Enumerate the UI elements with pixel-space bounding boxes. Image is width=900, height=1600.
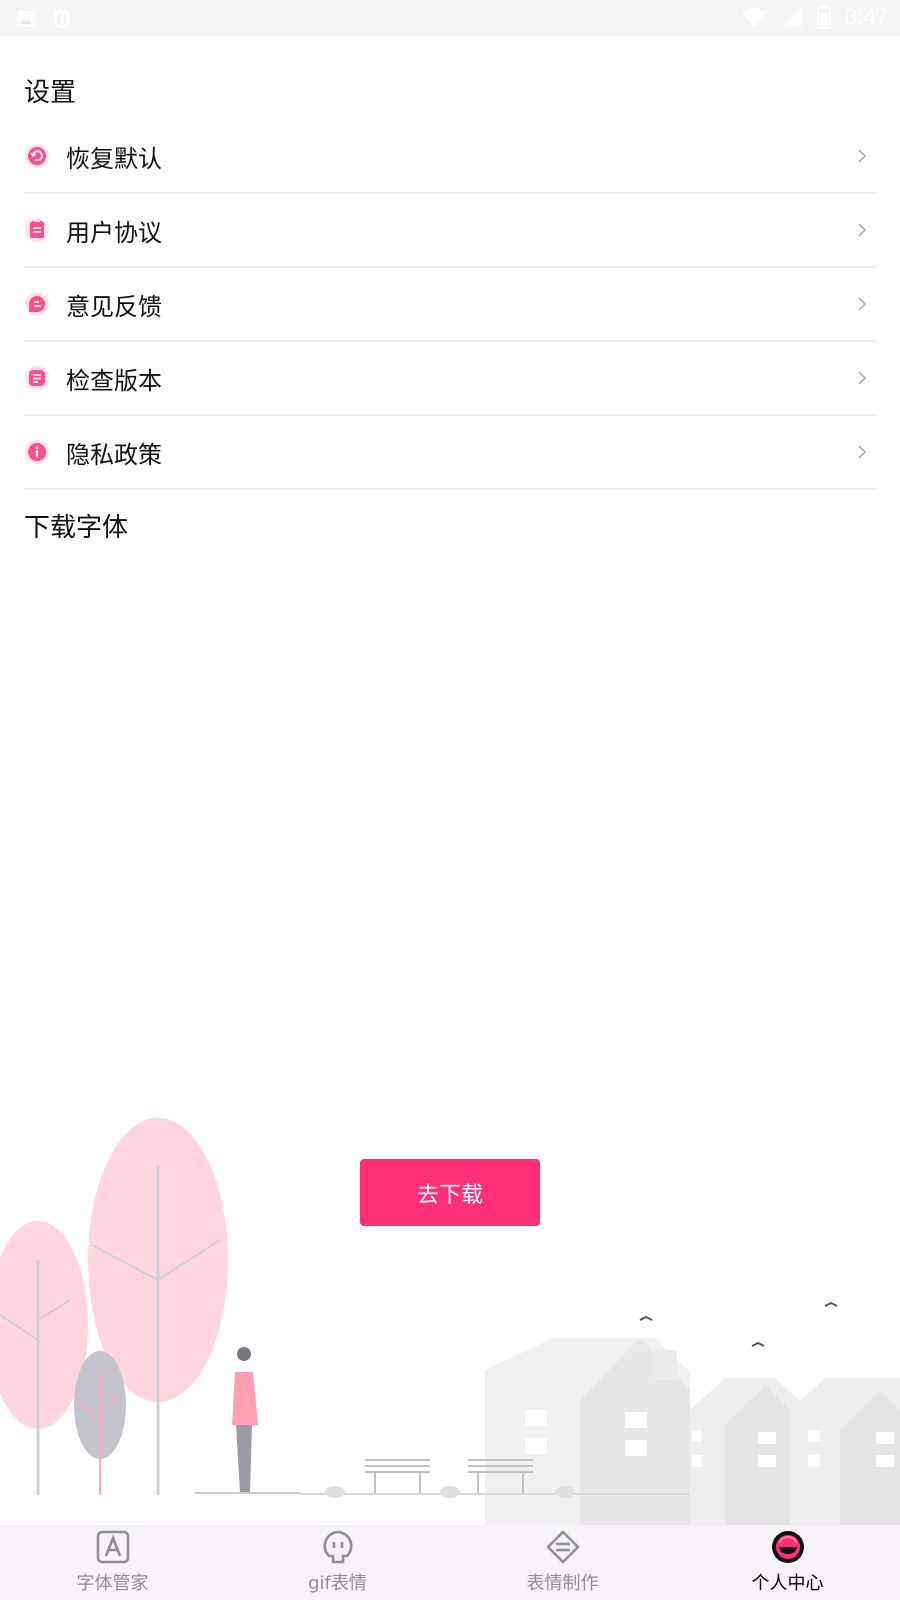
- bug-icon: [54, 9, 70, 29]
- nav-item-font-manager[interactable]: 字体管家: [0, 1525, 225, 1600]
- wifi-icon: [742, 8, 767, 27]
- restore-icon: [25, 144, 49, 168]
- privacy-icon: [25, 440, 49, 464]
- gallery-icon: [17, 11, 35, 27]
- nav-item-profile[interactable]: 个人中心: [675, 1525, 900, 1600]
- settings-item-label: 隐私政策: [66, 440, 162, 469]
- chevron-right-icon: [858, 371, 867, 385]
- settings-item-feedback[interactable]: 意见反馈: [24, 268, 876, 342]
- settings-title: 设置: [24, 78, 77, 108]
- chevron-right-icon: [858, 445, 867, 459]
- birds-illustration: [639, 1301, 838, 1347]
- nav-item-gif[interactable]: gif表情: [225, 1525, 450, 1600]
- download-fonts-title: 下载字体: [24, 513, 129, 543]
- nav-label: gif表情: [308, 1573, 367, 1594]
- agreement-icon: [25, 218, 49, 242]
- nav-label: 个人中心: [751, 1573, 824, 1594]
- gif-icon: [322, 1530, 353, 1564]
- nav-label: 表情制作: [526, 1573, 599, 1594]
- chevron-right-icon: [858, 223, 867, 237]
- version-icon: [25, 366, 49, 390]
- nav-label: 字体管家: [76, 1573, 149, 1594]
- nav-item-sticker-maker[interactable]: 表情制作: [450, 1525, 675, 1600]
- settings-item-restore-default[interactable]: 恢复默认: [24, 120, 876, 194]
- status-bar: 3:47: [0, 0, 900, 36]
- settings-list: 恢复默认 用户协议 意见反馈 检查版本 隐私政策: [24, 120, 876, 490]
- settings-item-privacy-policy[interactable]: 隐私政策: [24, 416, 876, 490]
- settings-item-label: 意见反馈: [66, 292, 162, 321]
- feedback-icon: [25, 292, 49, 316]
- status-left: [16, 6, 74, 32]
- go-download-button[interactable]: 去下载: [360, 1159, 540, 1226]
- sticker-maker-icon: [546, 1530, 579, 1564]
- chevron-right-icon: [858, 149, 867, 163]
- settings-item-label: 用户协议: [66, 218, 162, 247]
- font-manager-icon: [96, 1530, 129, 1564]
- profile-icon: [771, 1531, 804, 1563]
- signal-icon: [782, 7, 803, 27]
- bottom-nav: 字体管家 gif表情 表情制作 个人中心: [0, 1525, 900, 1600]
- trees-illustration: [0, 1118, 228, 1495]
- settings-item-label: 检查版本: [66, 366, 162, 395]
- chevron-right-icon: [858, 297, 867, 311]
- person-illustration: [195, 1347, 300, 1494]
- settings-item-user-agreement[interactable]: 用户协议: [24, 194, 876, 268]
- settings-item-check-version[interactable]: 检查版本: [24, 342, 876, 416]
- battery-icon: [817, 5, 832, 29]
- status-right: 3:47: [741, 4, 888, 30]
- settings-item-label: 恢复默认: [66, 144, 162, 173]
- status-time: 3:47: [845, 4, 888, 29]
- houses-illustration: [485, 1338, 900, 1525]
